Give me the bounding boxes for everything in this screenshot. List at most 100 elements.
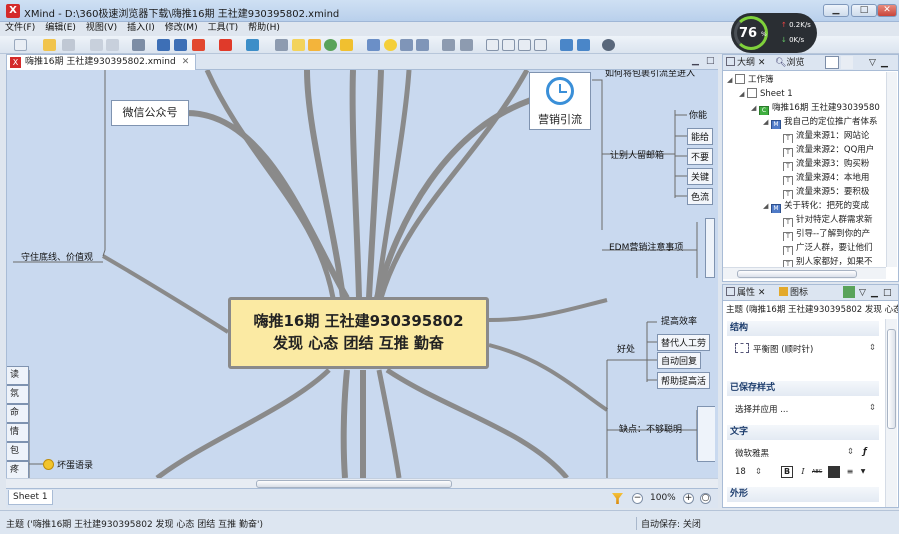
network-speed-widget[interactable]: 76 % ↑ 0.2K/s ↓ 0K/s <box>731 13 817 53</box>
tab-browse[interactable]: 🔍︎浏览 <box>775 56 804 70</box>
outline-horizontal-scrollbar[interactable] <box>723 267 886 279</box>
minimize-properties-icon[interactable]: ▁ <box>871 286 878 300</box>
panel-menu-icon[interactable]: ▽ <box>859 286 866 300</box>
italic-button[interactable]: I <box>797 466 809 478</box>
central-topic[interactable]: 嗨推16期 王社建930395802 发现 心态 团结 互推 勤奋 <box>228 297 489 369</box>
outline-mode-icon[interactable] <box>825 56 839 69</box>
redo-icon[interactable] <box>106 39 119 51</box>
topic-can-give[interactable]: 能给 <box>687 128 714 145</box>
maximize-properties-icon[interactable]: □ <box>883 286 892 300</box>
minimize-editor-icon[interactable]: ▁ <box>692 56 699 66</box>
export-icon[interactable] <box>577 39 590 51</box>
format-painter-icon[interactable] <box>442 39 455 51</box>
menu-view[interactable]: 视图(V) <box>81 22 122 35</box>
menu-insert[interactable]: 插入(I) <box>122 22 160 35</box>
new-style-icon[interactable] <box>843 286 855 298</box>
menu-help[interactable]: 帮助(H) <box>243 22 285 35</box>
close-outline-icon[interactable]: ✕ <box>758 58 766 68</box>
tree-row[interactable]: T 流量来源3：购买粉 <box>783 157 869 171</box>
close-window-button[interactable]: ✕ <box>877 4 897 17</box>
properties-vertical-scrollbar[interactable] <box>885 319 897 507</box>
tab-properties[interactable]: 属性 ✕ <box>726 286 765 300</box>
minimize-button[interactable]: ▁ <box>823 4 849 17</box>
twisty-icon[interactable]: ◢ <box>739 87 747 101</box>
outline-scroll-thumb[interactable] <box>737 270 857 278</box>
vchar-item[interactable]: 情 <box>7 423 29 442</box>
topic-how-to[interactable]: 如何将包裹引流至进入 <box>605 70 695 79</box>
outline-view-icon[interactable] <box>486 39 499 51</box>
topic-efficiency[interactable]: 提高效率 <box>661 314 697 327</box>
tree-row[interactable]: T 引导--了解到你的产 <box>783 227 870 241</box>
vchar-item[interactable]: 读 <box>7 366 29 385</box>
zoom-out-button[interactable]: − <box>632 493 643 504</box>
tree-row[interactable]: T 流量来源1：网站论 <box>783 129 869 143</box>
zoom-fit-button[interactable]: ○ <box>700 493 711 504</box>
topic-replace-labor[interactable]: 替代人工劳 <box>657 334 711 351</box>
open-folder-icon[interactable] <box>43 39 56 51</box>
topic-smile-quotes[interactable]: 坏蛋语录 <box>43 458 93 471</box>
tree-row[interactable]: ◢ M 我自己的定位推广者体系 <box>763 115 878 129</box>
topic-edm[interactable]: EDM营销注意事项 <box>609 240 683 253</box>
tree-row[interactable]: T 流量来源4：本地用 <box>783 171 869 185</box>
gantt-view-icon[interactable] <box>502 39 515 51</box>
panel-menu-icon[interactable]: ▽ <box>869 56 876 70</box>
tree-row[interactable]: ◢ 工作簿 <box>727 73 774 87</box>
tree-row[interactable]: T 针对特定人群需求新 <box>783 213 873 227</box>
topic-color[interactable]: 色流 <box>687 188 714 205</box>
twisty-icon[interactable]: ◢ <box>751 101 759 115</box>
vchar-item[interactable]: 疼 <box>7 461 29 478</box>
topic-benefits[interactable]: 好处 <box>617 342 635 355</box>
drill-up-icon[interactable] <box>416 39 429 51</box>
tree-row[interactable]: T 流量来源5：要积极 <box>783 185 869 199</box>
font-selector[interactable]: 微软雅黑 ⇕ ƒ <box>735 447 867 459</box>
text-color-button[interactable] <box>828 466 840 478</box>
maximize-button[interactable]: □ <box>851 4 877 17</box>
topic-help-improve[interactable]: 帮助提高活 <box>657 372 711 389</box>
audio-note-icon[interactable] <box>340 39 353 51</box>
share-cloud-icon[interactable] <box>560 39 573 51</box>
collapsed-drawback-children[interactable] <box>697 406 715 462</box>
topic-key[interactable]: 关键 <box>687 168 714 185</box>
tree-row[interactable]: T 别人家都好，如果不 <box>783 255 873 267</box>
close-properties-icon[interactable]: ✕ <box>758 288 766 298</box>
tab-icons[interactable]: 图标 <box>779 286 808 300</box>
drill-down-icon[interactable] <box>400 39 413 51</box>
menu-edit[interactable]: 编辑(E) <box>40 22 81 35</box>
topic-auto-reply[interactable]: 自动回复 <box>657 352 702 369</box>
topic-dont[interactable]: 不要 <box>687 148 714 165</box>
label-icon[interactable] <box>308 39 321 51</box>
topic-you-can[interactable]: 你能 <box>689 108 707 121</box>
section-shape[interactable]: 外形 <box>727 487 879 502</box>
saved-style-selector[interactable]: 选择并应用 ... ⇕ <box>735 403 876 415</box>
twisty-icon[interactable]: ◢ <box>727 73 735 87</box>
tab-outline[interactable]: 大纲 ✕ <box>726 56 765 70</box>
properties-scroll-thumb[interactable] <box>887 329 896 429</box>
strikethrough-button[interactable]: ABC <box>811 466 823 478</box>
twisty-icon[interactable]: ◢ <box>763 199 771 213</box>
autosave-status[interactable]: 自动保存: 关闭 <box>636 517 701 530</box>
presentation-icon[interactable] <box>367 39 380 51</box>
tree-row[interactable]: ◢ M 关于转化：把死的变成 <box>763 199 869 213</box>
topic-let-mail[interactable]: 让别人留邮箱 <box>610 148 664 161</box>
smart-fill-icon[interactable] <box>460 39 473 51</box>
menu-file[interactable]: 文件(F) <box>0 22 40 35</box>
image-icon[interactable] <box>246 39 259 51</box>
canvas-scroll-thumb[interactable] <box>256 480 452 488</box>
structure-selector[interactable]: 平衡图 (顺时针) ⇕ <box>735 343 876 355</box>
vchar-item[interactable]: 氛 <box>7 385 29 404</box>
align-icon[interactable]: ≡ <box>844 466 856 478</box>
mindmap-canvas[interactable]: 微信公众号 营销引流 如何将包裹引流至进入 让别人留邮箱 你能 能给 不要 关键… <box>6 70 718 478</box>
menu-modify[interactable]: 修改(M) <box>160 22 203 35</box>
undo-icon[interactable] <box>90 39 103 51</box>
hyperlink-icon[interactable] <box>324 39 337 51</box>
tree-row[interactable]: ◢ C 嗨推16期 王社建93039580 <box>751 101 880 115</box>
tree-row[interactable]: T 广泛人群，要让他们 <box>783 241 873 255</box>
relationship-icon[interactable] <box>192 39 205 51</box>
new-file-icon[interactable] <box>14 39 27 51</box>
topic-bottom-line[interactable]: 守住底线、价值观 <box>21 250 93 263</box>
note-icon[interactable] <box>292 39 305 51</box>
font-picker-icon[interactable]: ƒ <box>863 447 867 457</box>
brainstorm-icon[interactable] <box>384 39 397 51</box>
insert-topic-icon[interactable] <box>132 39 145 51</box>
section-text[interactable]: 文字 <box>727 425 879 440</box>
